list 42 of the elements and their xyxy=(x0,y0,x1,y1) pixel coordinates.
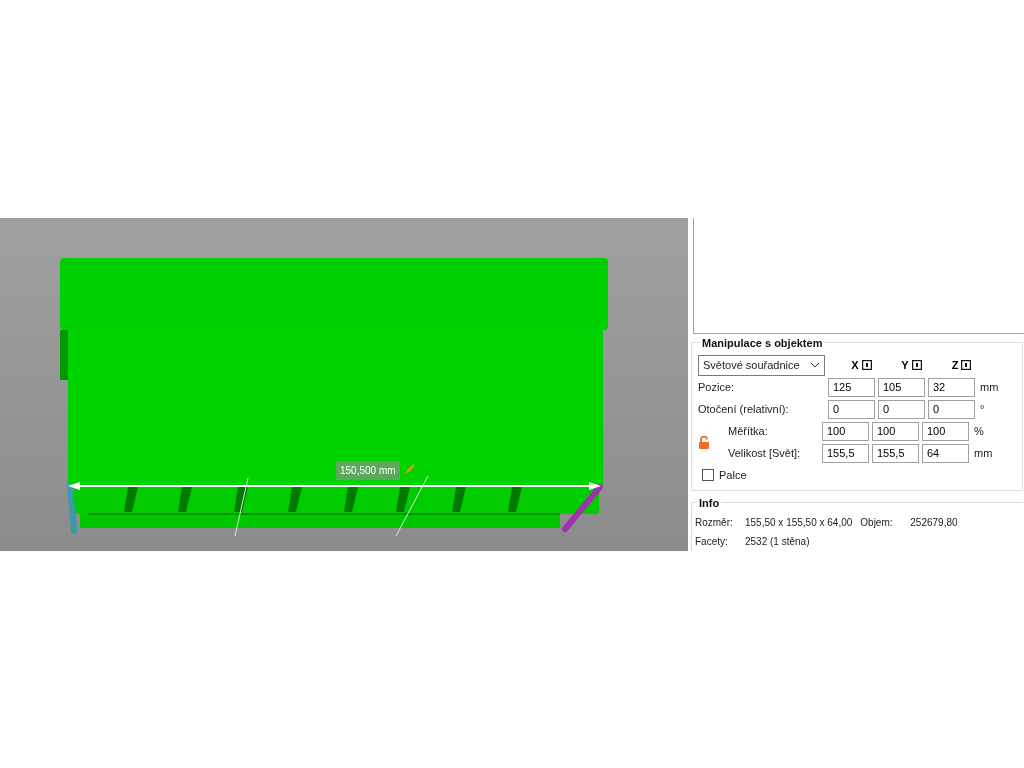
axis-label: Z xyxy=(951,357,959,373)
value-field[interactable]: 100 xyxy=(872,421,919,441)
info-label: Rozměr: xyxy=(695,516,734,530)
field-label: Velikost [Svět]: xyxy=(727,445,802,461)
axis-label: X xyxy=(851,357,859,373)
leg-marker xyxy=(67,483,77,534)
value-field[interactable]: 100 xyxy=(922,421,969,441)
axis-lock-icon[interactable] xyxy=(861,360,872,370)
value-field[interactable]: 0 xyxy=(928,399,975,419)
guide-line xyxy=(234,477,249,537)
field-label: Otočení (relativní): xyxy=(698,401,790,417)
leg-marker xyxy=(562,484,603,532)
value-field[interactable]: 155,5 xyxy=(822,443,869,463)
measure-label: 150,500 mm xyxy=(336,461,400,480)
chevron-down-icon xyxy=(810,362,820,368)
unlocked-padlock-icon[interactable] xyxy=(698,435,710,449)
value-field[interactable]: 100 xyxy=(822,421,869,441)
guide-line xyxy=(395,475,429,537)
value-field[interactable]: 0 xyxy=(878,399,925,419)
value-field[interactable]: 155,5 xyxy=(872,443,919,463)
unit-label: % xyxy=(974,423,984,439)
unit-label: ° xyxy=(980,401,985,417)
unit-label: mm xyxy=(974,445,993,461)
info-label: Facety: xyxy=(695,535,729,549)
axis-label: Y xyxy=(901,357,909,373)
field-label: Pozice: xyxy=(698,379,736,395)
axis-lock-icon[interactable] xyxy=(911,360,922,370)
info-value: 252679,80 xyxy=(910,516,958,530)
field-label: Měřítka: xyxy=(727,423,769,439)
value-field[interactable]: 125 xyxy=(828,377,875,397)
info-value: 2532 (1 stěna) xyxy=(745,535,810,549)
inches-checkbox[interactable] xyxy=(702,469,714,481)
unit-label: mm xyxy=(980,379,999,395)
value-field[interactable]: 32 xyxy=(928,377,975,397)
checkbox-label: Palce xyxy=(719,467,747,483)
value-field[interactable]: 64 xyxy=(922,443,969,463)
value-field[interactable]: 105 xyxy=(878,377,925,397)
info-label: Objem: xyxy=(860,516,894,530)
coordinate-dropdown[interactable]: Světové souřadnice xyxy=(698,354,825,376)
value-field[interactable]: 0 xyxy=(828,399,875,419)
info-value: 155,50 x 155,50 x 64,00 xyxy=(745,516,853,530)
axis-lock-icon[interactable] xyxy=(961,360,972,370)
